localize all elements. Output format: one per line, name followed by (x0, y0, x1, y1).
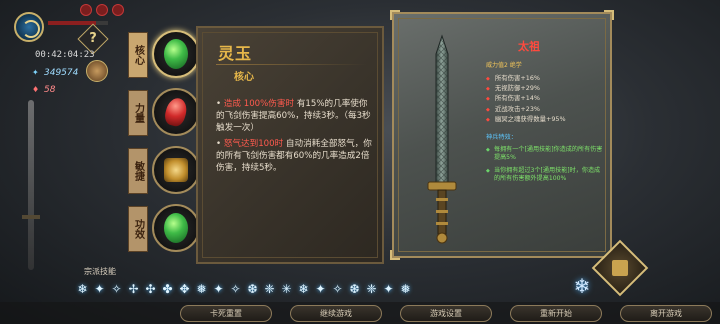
health-bar-empty (96, 21, 108, 25)
skill-icon[interactable]: ✤ (159, 280, 176, 297)
tab-label: 核心 (128, 32, 148, 78)
skill-icon[interactable]: ❅ (397, 280, 414, 297)
tab-core[interactable]: 核心 (118, 28, 200, 82)
tab-label: 力量 (128, 90, 148, 136)
blood-drop-icon: ♦ (32, 85, 40, 94)
item-title: 灵玉 (218, 44, 253, 63)
bottom-menu: 卡死重置 继续游戏 游戏设置 重新开始 离开游戏 (0, 302, 720, 324)
weapon-meta: 威力值2 绝学 (486, 62, 522, 69)
skill-icon[interactable]: ❄ (74, 280, 91, 297)
effect-item: 当你拥有超过3个[通用技能]时，你造成的所有伤害额外提高100% (486, 167, 606, 184)
item-description: • 造成 100%伤害时 有15%的几率使你的飞剑伤害提高60%，持续3秒。（每… (216, 98, 376, 178)
tab-effect[interactable]: 功效 (118, 202, 200, 256)
potion-icon (96, 4, 108, 16)
relic-icon (612, 260, 628, 276)
description-line: • 造成 100%伤害时 有15%的几率使你的飞剑伤害提高60%，持续3秒。（每… (216, 99, 371, 133)
tab-label: 敏捷 (128, 148, 148, 194)
player-emblem-icon[interactable] (14, 12, 44, 42)
tab-label: 功效 (128, 206, 148, 252)
skill-icon[interactable]: ✳ (278, 280, 295, 297)
potion-slots (80, 4, 124, 16)
stat-item: 近战攻击+23% (486, 105, 566, 115)
skill-icon[interactable]: ✦ (210, 280, 227, 297)
trigger-condition: 怒气达到100时 (223, 139, 284, 149)
hp-count: 58 (44, 85, 56, 95)
skill-icon[interactable]: ✧ (329, 280, 346, 297)
stat-item: 所有伤害+14% (486, 94, 566, 104)
skill-icon[interactable]: ✦ (312, 280, 329, 297)
background-sword-icon (22, 100, 40, 270)
weapon-name: 太祖 (518, 40, 540, 53)
continue-game-button[interactable]: 继续游戏 (290, 305, 382, 322)
character-portrait (86, 60, 108, 82)
skill-icon[interactable]: ✧ (227, 280, 244, 297)
tab-agility[interactable]: 敏捷 (118, 144, 200, 198)
skill-icon[interactable]: ✣ (142, 280, 159, 297)
stat-item: 无视防御+29% (486, 84, 566, 94)
skill-icon[interactable]: ❈ (261, 280, 278, 297)
help-icon: ? (89, 31, 97, 46)
sword-icon (427, 34, 457, 244)
reset-stuck-button[interactable]: 卡死重置 (180, 305, 272, 322)
game-settings-button[interactable]: 游戏设置 (400, 305, 492, 322)
skill-section-label: 宗派技能 (84, 267, 116, 276)
title-divider (216, 64, 366, 65)
leave-game-button[interactable]: 离开游戏 (620, 305, 712, 322)
jade-gem-icon (152, 30, 200, 78)
skill-icon[interactable]: ❆ (244, 280, 261, 297)
run-timer: 00:42:04:23 (35, 50, 95, 60)
skill-icon[interactable]: ❅ (193, 280, 210, 297)
skill-icon[interactable]: ✥ (176, 280, 193, 297)
skill-icon[interactable]: ✦ (380, 280, 397, 297)
description-line: • 怒气达到100时 自动消耗全部怒气，你的所有飞剑伤害都有60%的几率造成2倍… (216, 139, 372, 173)
stat-item: 所有伤害+16% (486, 74, 566, 84)
soul-count: 349574 (44, 68, 79, 78)
trigger-condition: 造成 100%伤害时 (223, 99, 295, 109)
golden-relic-icon (152, 146, 200, 194)
item-category: 核心 (234, 72, 254, 83)
weapon-detail-panel: 太祖 威力值2 绝学 所有伤害+16% 无视防御+29% 所有伤害+14% 近战… (390, 10, 614, 260)
skill-icon[interactable]: ❈ (363, 280, 380, 297)
snowflake-skill-icon[interactable]: ❄ (570, 274, 594, 298)
potion-icon (80, 4, 92, 16)
effect-item: 每拥有一个[通用技能]你造成的所有伤害提高5% (486, 146, 606, 163)
skill-icon[interactable]: ✧ (108, 280, 125, 297)
tab-strength[interactable]: 力量 (118, 86, 200, 140)
skill-icon[interactable]: ❄ (295, 280, 312, 297)
skill-icon[interactable]: ❆ (346, 280, 363, 297)
skill-bar: ❄ ✦ ✧ ✢ ✣ ✤ ✥ ❅ ✦ ✧ ❆ ❈ ✳ ❄ ✦ ✧ ❆ ❈ ✦ ❅ (74, 280, 414, 297)
item-detail-panel: 灵玉 核心 • 造成 100%伤害时 有15%的几率使你的飞剑伤害提高60%，持… (196, 26, 384, 264)
green-jade-icon (152, 204, 200, 252)
skill-icon[interactable]: ✢ (125, 280, 142, 297)
player-hud: ? 00:42:04:23 ✦ 349574 ♦ 58 (0, 0, 130, 110)
weapon-stats: 所有伤害+16% 无视防御+29% 所有伤害+14% 近战攻击+23% 幽冥之魂… (486, 74, 566, 125)
skill-icon[interactable]: ✦ (91, 280, 108, 297)
weapon-effects: 每拥有一个[通用技能]你造成的所有伤害提高5% 当你拥有超过3个[通用技能]时，… (486, 146, 606, 188)
restart-button[interactable]: 重新开始 (510, 305, 602, 322)
category-tabs: 核心 力量 敏捷 功效 (118, 28, 200, 260)
health-bar (48, 21, 96, 25)
soul-flame-icon: ✦ (32, 68, 39, 77)
potion-icon (112, 4, 124, 16)
effect-title: 神兵特效： (486, 134, 517, 141)
stat-item: 幽冥之魂获得数量+95% (486, 115, 566, 125)
red-flame-icon (152, 88, 200, 136)
